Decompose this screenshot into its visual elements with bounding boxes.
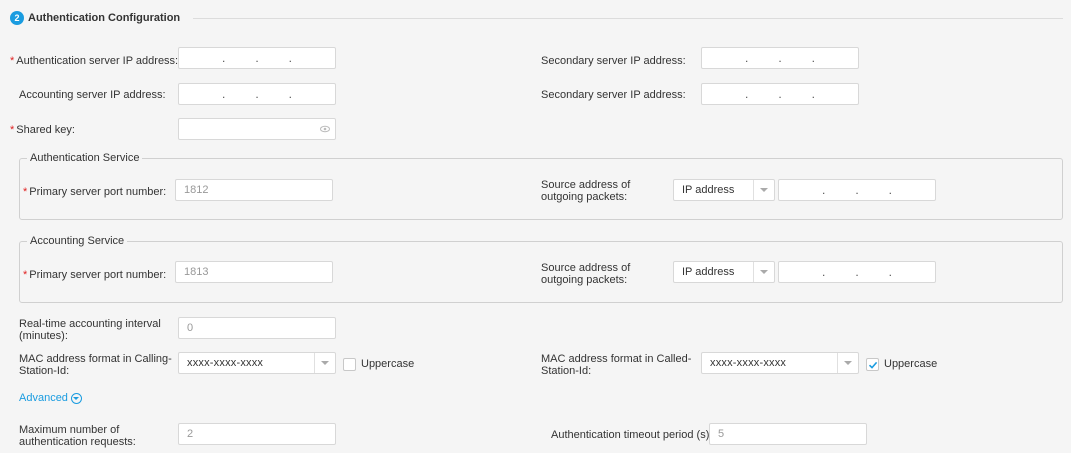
acct-source-type-select[interactable]: IP address	[673, 261, 775, 283]
mac-called-uppercase-checkbox[interactable]	[866, 358, 879, 371]
acct-port-label: * Primary server port number:	[23, 269, 167, 281]
timeout-input[interactable]: 5	[709, 423, 867, 445]
mac-calling-uppercase-checkbox[interactable]	[343, 358, 356, 371]
acct-server-ip-label: Accounting server IP address:	[19, 89, 166, 101]
mac-called-label: MAC address format in Called- Station-Id:	[541, 353, 692, 377]
acct-server-ip-input[interactable]: ...	[178, 83, 336, 105]
chevron-down-icon[interactable]	[837, 353, 858, 373]
max-requests-input[interactable]: 2	[178, 423, 336, 445]
acct-port-input[interactable]: 1813	[175, 261, 333, 283]
mac-calling-label: MAC address format in Calling- Station-Id…	[19, 353, 172, 377]
secondary-server-ip-input-1[interactable]: ...	[701, 47, 859, 69]
shared-key-input[interactable]	[178, 118, 336, 140]
advanced-toggle[interactable]: Advanced	[19, 392, 82, 404]
auth-port-label: * Primary server port number:	[23, 186, 167, 198]
auth-source-type-select[interactable]: IP address	[673, 179, 775, 201]
secondary-server-ip-input-2[interactable]: ...	[701, 83, 859, 105]
auth-source-label: Source address of outgoing packets:	[541, 179, 631, 203]
realtime-interval-input[interactable]: 0	[178, 317, 336, 339]
mac-called-select[interactable]: xxxx-xxxx-xxxx	[701, 352, 859, 374]
auth-server-ip-input[interactable]: ...	[178, 47, 336, 69]
secondary-server-ip-label-2: Secondary server IP address:	[541, 89, 686, 101]
auth-port-input[interactable]: 1812	[175, 179, 333, 201]
shared-key-label: * Shared key:	[10, 124, 75, 136]
auth-source-ip-input[interactable]: ...	[778, 179, 936, 201]
acct-source-ip-input[interactable]: ...	[778, 261, 936, 283]
mac-calling-select[interactable]: xxxx-xxxx-xxxx	[178, 352, 336, 374]
auth-service-legend: Authentication Service	[27, 152, 143, 164]
realtime-interval-label: Real-time accounting interval (minutes):	[19, 318, 161, 342]
acct-service-legend: Accounting Service	[27, 235, 128, 247]
acct-source-label: Source address of outgoing packets:	[541, 262, 631, 286]
secondary-server-ip-label-1: Secondary server IP address:	[541, 55, 686, 67]
section-title: Authentication Configuration	[28, 12, 181, 24]
chevron-down-icon[interactable]	[753, 180, 774, 200]
chevron-down-icon[interactable]	[753, 262, 774, 282]
mac-called-uppercase-label: Uppercase	[884, 358, 938, 370]
chevron-down-icon[interactable]	[314, 353, 335, 373]
mac-calling-uppercase-label: Uppercase	[361, 358, 415, 370]
step-badge: 2	[10, 11, 24, 25]
timeout-label: Authentication timeout period (s):	[551, 429, 713, 441]
section-header: 2 Authentication Configuration	[10, 8, 180, 28]
auth-server-ip-label: * Authentication server IP address:	[10, 55, 179, 67]
checkmark-icon	[868, 361, 877, 369]
chevron-down-circle-icon	[70, 392, 82, 404]
eye-icon[interactable]	[320, 124, 330, 134]
max-requests-label: Maximum number of authentication requests…	[19, 424, 136, 448]
section-divider	[193, 18, 1063, 19]
